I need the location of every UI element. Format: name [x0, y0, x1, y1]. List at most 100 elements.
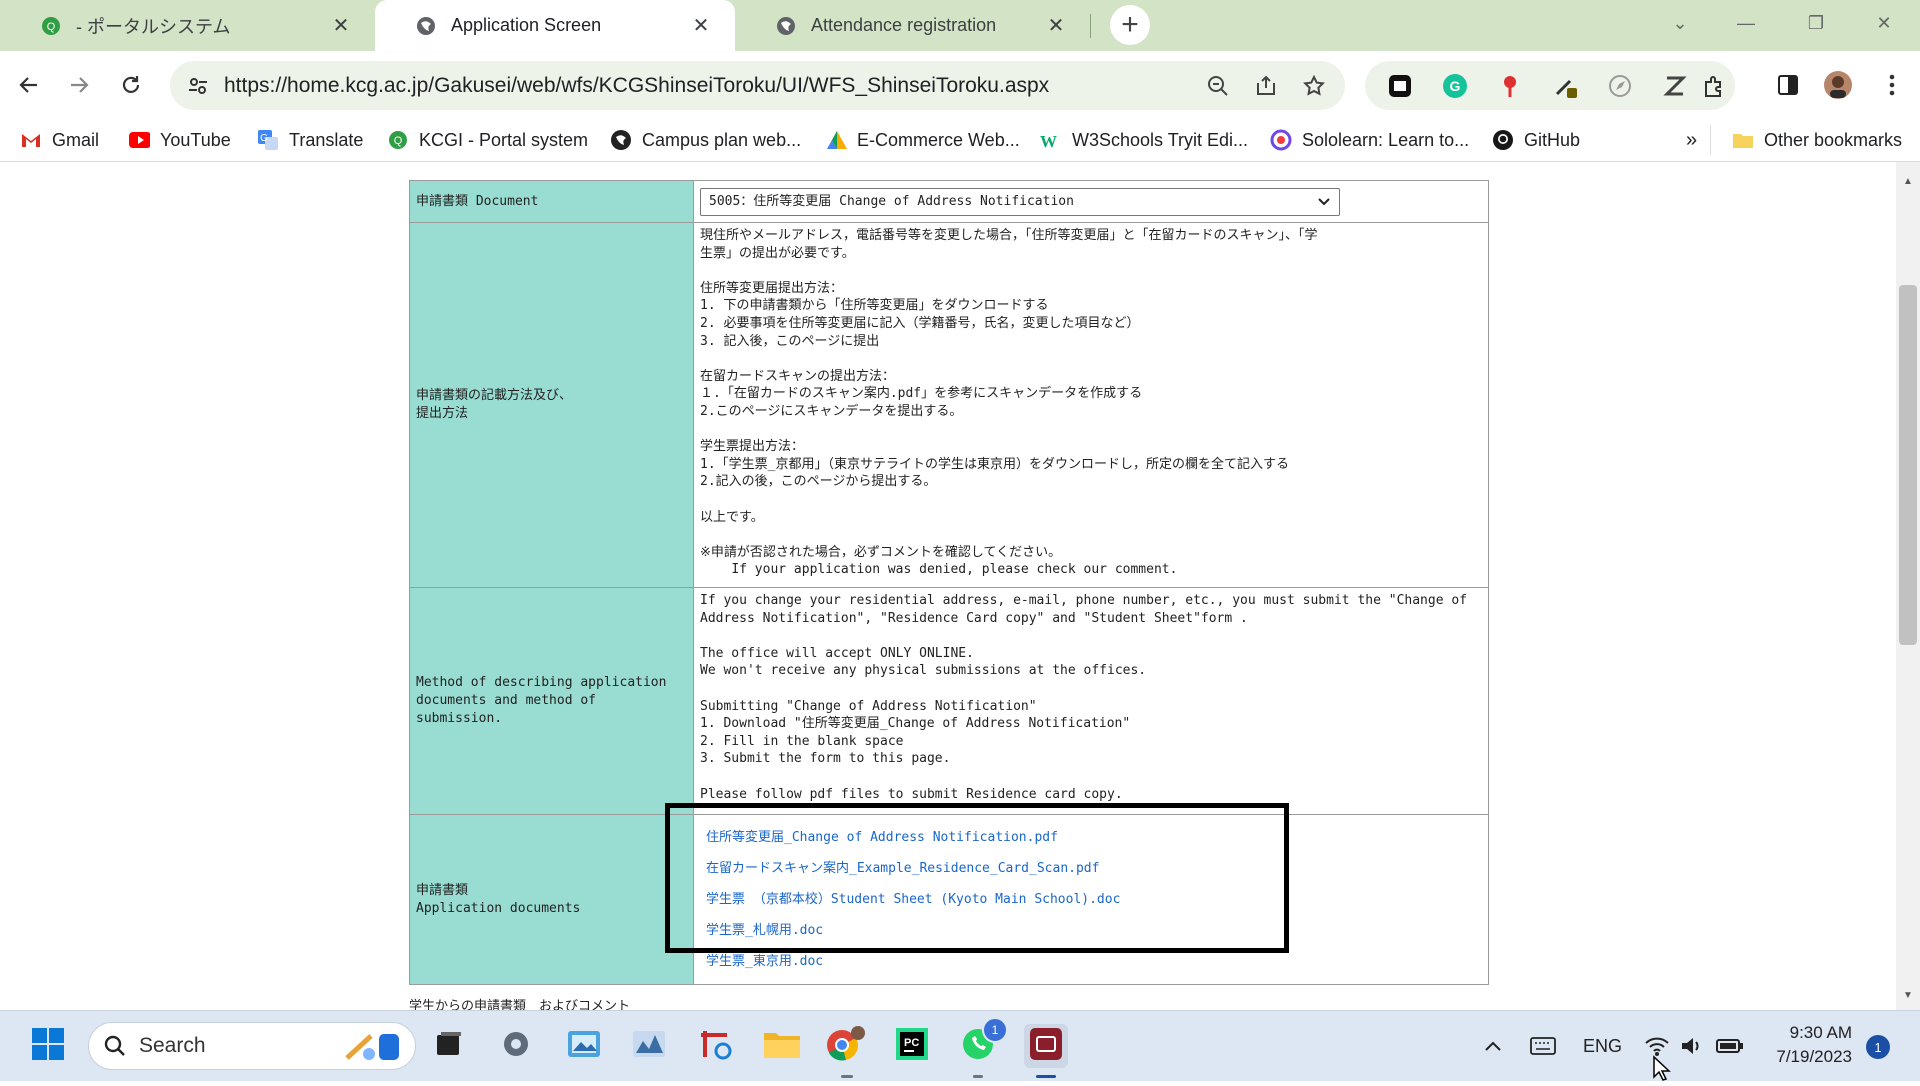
- tab-portal[interactable]: Q - ポータルシステム ✕: [0, 0, 375, 51]
- notification-count-badge[interactable]: 1: [1866, 1035, 1890, 1059]
- bookmark-campus-plan[interactable]: Campus plan web...: [610, 127, 801, 153]
- close-icon[interactable]: ✕: [1044, 14, 1068, 38]
- side-panel-icon[interactable]: [1772, 69, 1804, 101]
- bookmark-w3schools[interactable]: W W3Schools Tryit Edi...: [1040, 127, 1248, 153]
- bookmark-divider: [1710, 125, 1711, 155]
- method-en-text: If you change your residential address, …: [700, 593, 1468, 802]
- tab-application-screen[interactable]: Application Screen ✕: [375, 0, 735, 51]
- other-bookmarks[interactable]: Other bookmarks: [1732, 127, 1902, 153]
- dropper-extension-icon[interactable]: [1550, 71, 1580, 101]
- ecommerce-icon: [825, 129, 847, 151]
- share-icon[interactable]: [1249, 69, 1283, 103]
- document-select[interactable]: 5005：住所等変更届 Change of Address Notificati…: [700, 187, 1340, 216]
- browser-toolbar: https://home.kcg.ac.jp/Gakusei/web/wfs/K…: [0, 51, 1920, 119]
- running-indicator: [973, 1075, 983, 1078]
- doc-link-residence-card-scan[interactable]: 在留カードスキャン案内_Example_Residence_Card_Scan.…: [702, 853, 1480, 884]
- avatar[interactable]: [1822, 69, 1854, 101]
- document-select-value: 5005：住所等変更届 Change of Address Notificati…: [709, 193, 1074, 209]
- compass-extension-icon[interactable]: [1605, 71, 1635, 101]
- grammarly-icon[interactable]: G: [1440, 71, 1470, 101]
- recorder[interactable]: [1024, 1024, 1068, 1068]
- back-icon[interactable]: [10, 66, 48, 104]
- zotero-icon[interactable]: [1660, 71, 1690, 101]
- start-button[interactable]: [26, 1024, 70, 1068]
- bookmarks-bar: Gmail YouTube G Translate Q KCGI - Porta…: [0, 119, 1920, 162]
- tab-search-icon[interactable]: ⌄: [1660, 8, 1700, 38]
- pycharm[interactable]: PC: [890, 1024, 934, 1068]
- minimize-icon[interactable]: —: [1726, 8, 1766, 38]
- chrome[interactable]: [824, 1024, 868, 1068]
- chevron-up-icon[interactable]: [1484, 1033, 1502, 1059]
- puzzle-icon[interactable]: [1700, 71, 1730, 101]
- bookmarks-overflow-button[interactable]: »: [1686, 127, 1697, 153]
- bookmark-youtube[interactable]: YouTube: [128, 127, 231, 153]
- svg-text:G: G: [1450, 78, 1461, 94]
- clock-date: 7/19/2023: [1776, 1047, 1852, 1066]
- reload-icon[interactable]: [112, 66, 150, 104]
- application-documents-cell: 住所等変更届_Change of Address Notification.pd…: [693, 814, 1489, 985]
- close-icon[interactable]: ✕: [689, 14, 713, 38]
- menu-icon[interactable]: [1876, 69, 1908, 101]
- scrollbar-thumb[interactable]: [1899, 285, 1917, 645]
- w3schools-icon: W: [1040, 129, 1062, 151]
- bookmark-gmail[interactable]: Gmail: [20, 127, 99, 153]
- battery-icon[interactable]: [1716, 1033, 1744, 1059]
- recorder-icon: [1029, 1027, 1063, 1066]
- kcg-portal-icon: Q: [40, 15, 62, 37]
- method-en-label: Method of describing application documen…: [409, 587, 694, 815]
- settings[interactable]: [494, 1024, 538, 1068]
- volume-icon[interactable]: [1680, 1033, 1704, 1059]
- site-info-icon[interactable]: [184, 72, 212, 100]
- scroll-up-icon[interactable]: ▲: [1902, 176, 1914, 188]
- bookmark-label: Gmail: [52, 129, 100, 150]
- task-view-icon: [433, 1029, 463, 1064]
- window-close-icon[interactable]: ✕: [1864, 8, 1904, 38]
- photos[interactable]: [562, 1024, 606, 1068]
- bookmark-label: GitHub: [1524, 129, 1581, 150]
- application-form-table: 申請書類 Document 5005：住所等変更届 Change of Addr…: [409, 180, 1489, 985]
- url-text[interactable]: https://home.kcg.ac.jp/Gakusei/web/wfs/K…: [224, 74, 1201, 98]
- tab-strip: Q - ポータルシステム ✕ Application Screen ✕ Atte…: [0, 0, 1920, 51]
- svg-text:Q: Q: [394, 135, 403, 147]
- task-view[interactable]: [426, 1024, 470, 1068]
- pin-extension-icon[interactable]: [1495, 71, 1525, 101]
- bookmark-label: YouTube: [160, 129, 231, 150]
- gear-icon: [500, 1028, 532, 1065]
- notion-extension-icon[interactable]: [1385, 71, 1415, 101]
- close-icon[interactable]: ✕: [329, 14, 353, 38]
- bookmark-sololearn[interactable]: Sololearn: Learn to...: [1270, 127, 1469, 153]
- zoom-icon[interactable]: [1201, 69, 1235, 103]
- bookmark-label: W3Schools Tryit Edi...: [1072, 129, 1249, 150]
- doc-link-student-sheet-kyoto[interactable]: 学生票 （京都本校）Student Sheet (Kyoto Main Scho…: [702, 884, 1480, 915]
- system-clock[interactable]: 9:30 AM 7/19/2023: [1762, 1021, 1852, 1069]
- bookmark-translate[interactable]: G Translate: [257, 127, 363, 153]
- taskbar-search[interactable]: Search: [88, 1022, 416, 1070]
- scroll-down-icon[interactable]: ▼: [1902, 990, 1914, 1002]
- folder-icon: [1732, 129, 1754, 151]
- doc-link-student-sheet-tokyo[interactable]: 学生票_東京用.doc: [702, 946, 1480, 977]
- keyboard-icon[interactable]: [1530, 1033, 1556, 1059]
- taskbar: Search PC 1 ENG 9:30 AM 7/19/2023 1: [0, 1010, 1920, 1081]
- whatsapp-badge: 1: [982, 1017, 1008, 1043]
- charts-app[interactable]: [627, 1024, 671, 1068]
- tab-attendance[interactable]: Attendance registration ✕: [735, 0, 1090, 51]
- address-bar[interactable]: https://home.kcg.ac.jp/Gakusei/web/wfs/K…: [170, 61, 1345, 110]
- new-tab-button[interactable]: +: [1110, 5, 1150, 45]
- search-label: Search: [139, 1034, 206, 1057]
- file-explorer[interactable]: [760, 1024, 804, 1068]
- language-indicator[interactable]: ENG: [1583, 1033, 1622, 1059]
- bookmark-label: E-Commerce Web...: [857, 129, 1020, 150]
- bookmark-star-icon[interactable]: [1297, 69, 1331, 103]
- translate-icon: G: [257, 129, 279, 151]
- bookmark-kcgi-portal[interactable]: Q KCGI - Portal system: [387, 127, 588, 153]
- forward-icon[interactable]: [60, 66, 98, 104]
- doc-link-change-of-address[interactable]: 住所等変更届_Change of Address Notification.pd…: [702, 822, 1480, 853]
- tab-separator: [1090, 14, 1091, 38]
- restore-icon[interactable]: ❐: [1796, 8, 1836, 38]
- bookmark-github[interactable]: GitHub: [1492, 127, 1580, 153]
- mouse-cursor-icon: [1652, 1055, 1672, 1086]
- application-documents-label: 申請書類 Application documents: [409, 814, 694, 985]
- bookmark-ecommerce[interactable]: E-Commerce Web...: [825, 127, 1020, 153]
- doc-link-student-sheet-sapporo[interactable]: 学生票_札幌用.doc: [702, 915, 1480, 946]
- snipping-tool[interactable]: [694, 1024, 738, 1068]
